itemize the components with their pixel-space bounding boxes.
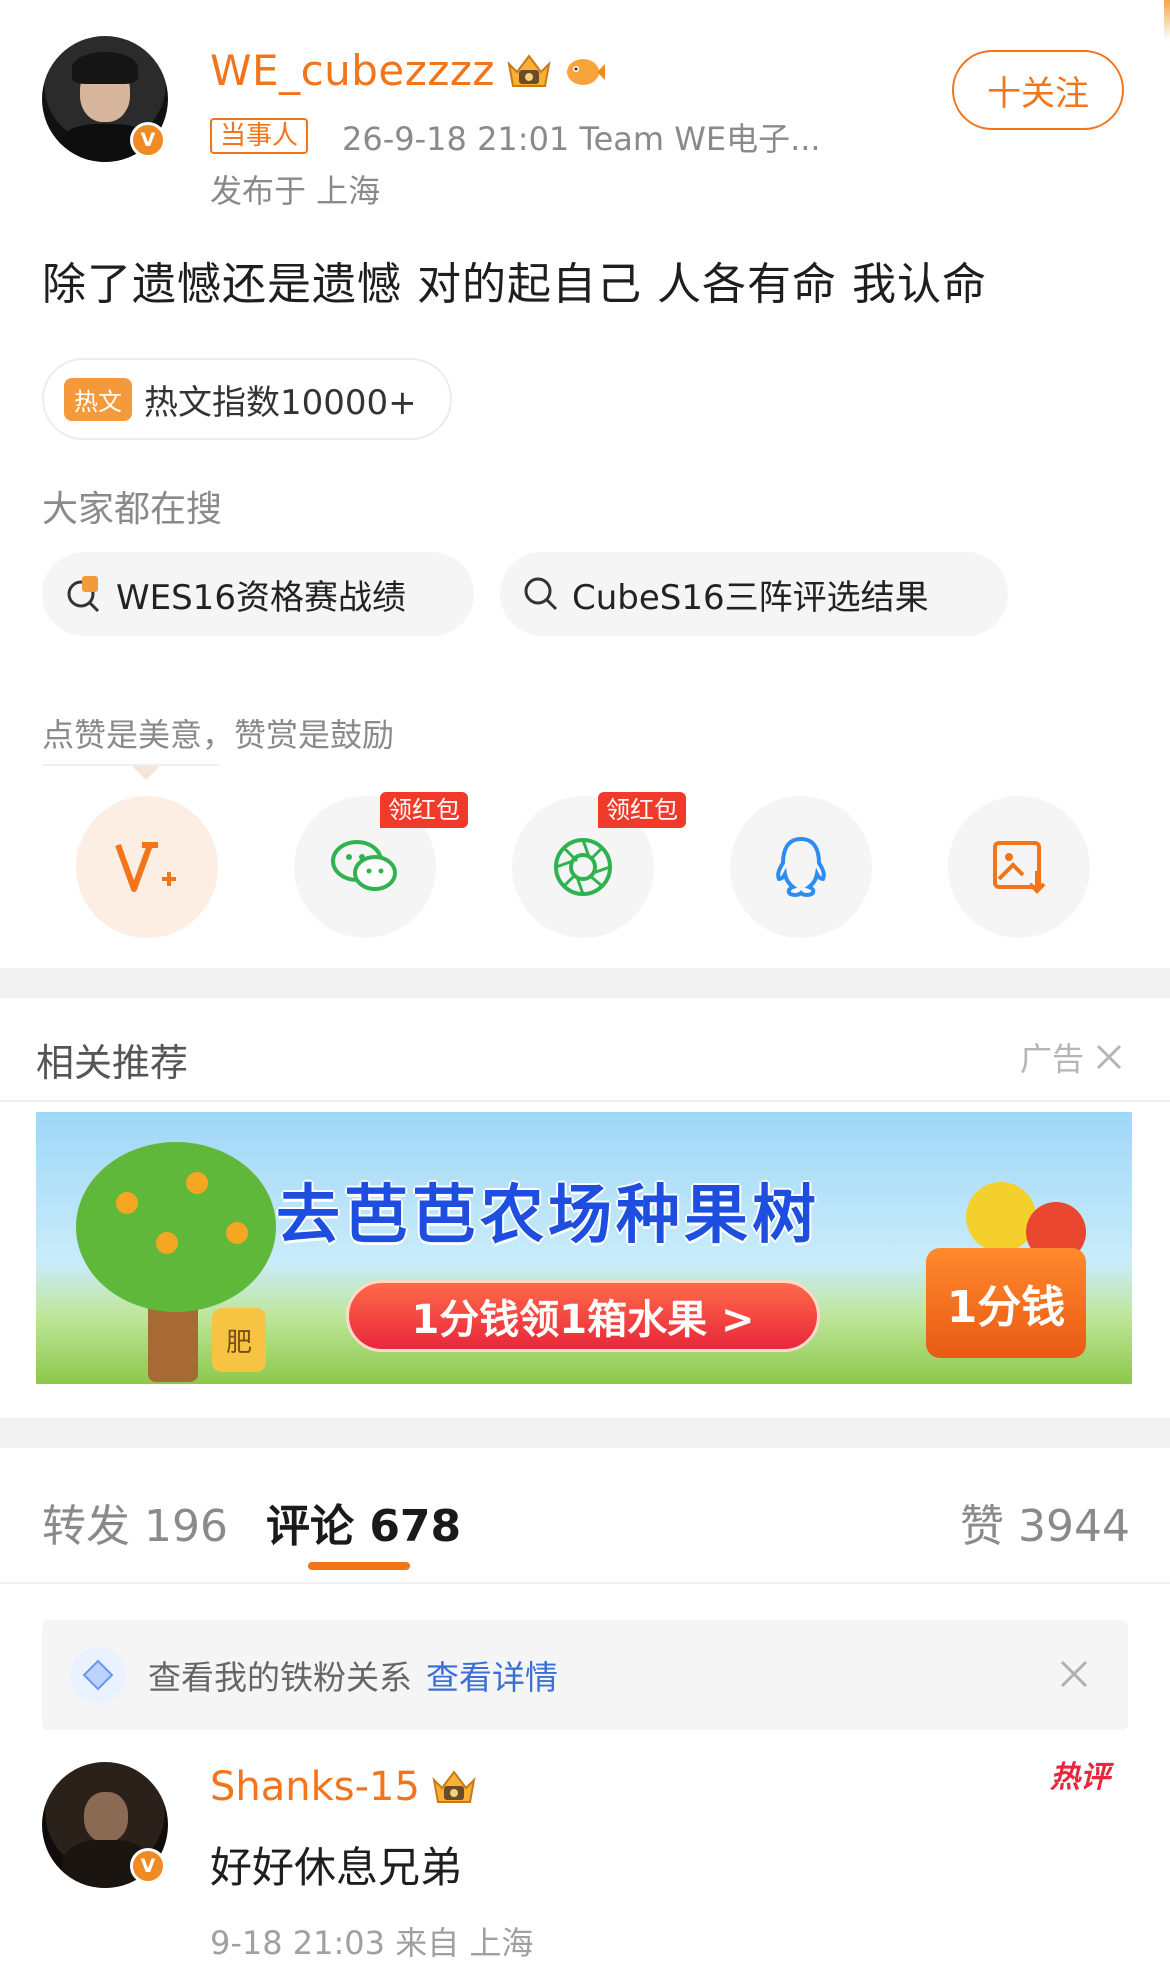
hot-tag: 热文 [64,377,132,421]
banner-fruit-box: 1分钱 [926,1248,1086,1358]
search-icon [524,577,558,611]
post-text: 除了遗憾还是遗憾 对的起自己 人各有命 我认命 [42,259,987,310]
fan-bar-text: 查看我的铁粉关系 [148,1658,412,1697]
reward-button[interactable] [76,796,218,938]
search-chip[interactable]: WES16资格赛战绩 [42,552,474,636]
ad-label: 广告 [1020,1040,1085,1078]
save-image-button[interactable] [948,796,1090,938]
fan-bar-link[interactable]: 查看详情 [426,1651,558,1699]
follow-button[interactable]: 十关注 [952,50,1124,130]
search-chip-label: CubeS16三阵评选结果 [572,577,929,618]
author-username[interactable]: WE_cubezzzz [210,46,495,95]
fertilizer-bag: 肥 [212,1308,266,1372]
divider [0,1100,1170,1102]
hot-search-icon [67,576,100,613]
tip-caret [132,766,160,780]
moments-icon [554,838,612,896]
banner-title: 去芭芭农场种果树 [276,1179,820,1253]
red-packet-tag[interactable]: 领红包 [380,792,468,828]
close-icon [1096,1044,1122,1070]
section-separator [0,1418,1170,1448]
comment-meta: 9-18 21:03 来自 上海 [210,1924,534,1962]
ad-close-button[interactable]: 广告 [1020,1034,1124,1080]
role-tag: 当事人 [210,118,309,154]
fish-badge-icon [566,58,605,85]
reward-v-plus-icon [115,842,176,892]
tab-comment[interactable]: 评论 678 [266,1490,461,1554]
search-chip-label: WES16资格赛战绩 [116,577,406,618]
qq-icon [776,836,826,898]
close-icon[interactable] [1056,1656,1092,1692]
recommend-title: 相关推荐 [36,1041,189,1085]
tab-divider [0,1582,1170,1584]
post-meta[interactable]: 26-9-18 21:01 Team WE电子... [342,114,821,160]
crown-icon [432,1770,476,1803]
verified-badge-icon: V [130,122,166,158]
post-location: 发布于 上海 [210,172,381,210]
banner-cta-button[interactable]: 1分钱领1箱水果 > [346,1280,820,1352]
tip-divider [42,764,220,766]
section-separator [0,968,1170,998]
ad-banner[interactable]: 肥 去芭芭农场种果树 1分钱领1箱水果 > 1分钱 [36,1112,1132,1384]
save-image-icon [993,841,1046,894]
crown-icon [507,53,551,87]
tab-like[interactable]: 赞 3944 [960,1490,1130,1554]
verified-badge-icon: V [130,1848,166,1884]
hot-index-pill[interactable]: 热文 热文指数10000+ [42,358,452,440]
search-chip[interactable]: CubeS16三阵评选结果 [500,552,1008,636]
search-section-title: 大家都在搜 [42,489,223,530]
hot-comment-badge: 热评 [1050,1760,1110,1795]
wechat-icon [331,840,397,891]
active-tab-indicator [308,1562,410,1570]
follow-label: 十关注 [987,73,1089,114]
tab-repost[interactable]: 转发 196 [42,1490,228,1554]
hot-index-text: 热文指数10000+ [144,382,417,423]
share-qq-button[interactable] [730,796,872,938]
fan-relationship-bar[interactable]: 查看我的铁粉关系 查看详情 [42,1620,1128,1730]
reward-tip: 点赞是美意，赞赏是鼓励 [42,716,395,754]
red-packet-tag[interactable]: 领红包 [598,792,686,828]
diamond-icon [70,1647,126,1703]
commenter-username[interactable]: Shanks-15 [210,1764,420,1810]
comment-text: 好好休息兄弟 [210,1843,463,1892]
